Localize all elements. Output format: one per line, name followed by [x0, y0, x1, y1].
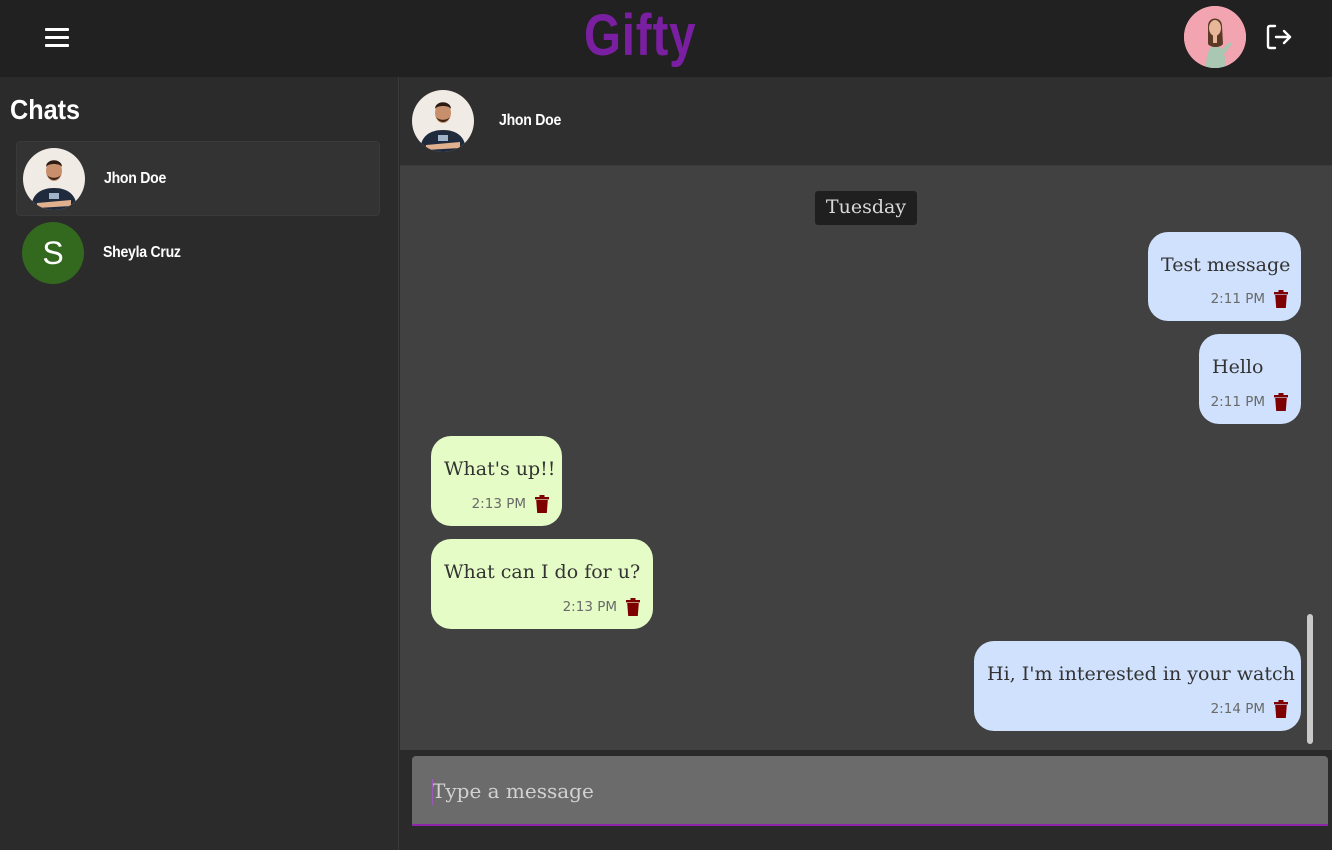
logout-icon[interactable]: [1264, 22, 1294, 52]
message-time: 2:13 PM: [471, 496, 526, 512]
message-list-scrollbar[interactable]: [1307, 614, 1313, 744]
avatar-letter: S: [22, 222, 84, 284]
message-composer: [412, 756, 1328, 826]
message-bubble-incoming: What's up!! 2:13 PM: [431, 436, 562, 526]
trash-icon[interactable]: [1274, 290, 1288, 308]
message-text: What's up!!: [444, 458, 556, 480]
trash-icon[interactable]: [626, 598, 640, 616]
contact-name: Jhon Doe: [499, 112, 562, 129]
trash-icon[interactable]: [535, 495, 549, 513]
composer-area: [400, 750, 1332, 850]
message-text: Hello: [1212, 356, 1264, 378]
chat-item-name: Jhon Doe: [104, 170, 167, 187]
day-separator: Tuesday: [815, 191, 917, 225]
top-app-bar: Gifty: [0, 0, 1332, 77]
message-input[interactable]: [432, 774, 1312, 808]
chats-sidebar: Chats Jhon Doe S Sheyla Cruz: [0, 77, 399, 850]
message-time: 2:11 PM: [1210, 291, 1265, 307]
trash-icon[interactable]: [1274, 393, 1288, 411]
conversation-header: Jhon Doe: [400, 77, 1332, 166]
message-text: Hi, I'm interested in your watch: [987, 663, 1295, 685]
sidebar-title: Chats: [10, 94, 81, 125]
message-bubble-outgoing: Hi, I'm interested in your watch 2:14 PM: [974, 641, 1301, 731]
hamburger-menu-icon[interactable]: [36, 22, 78, 52]
brand-logo: Gifty: [583, 3, 697, 68]
message-list[interactable]: Tuesday Test message 2:11 PM Hello 2:11 …: [400, 166, 1332, 750]
message-bubble-outgoing: Hello 2:11 PM: [1199, 334, 1301, 424]
contact-avatar: S: [22, 222, 84, 284]
message-text: Test message: [1161, 254, 1291, 276]
message-time: 2:11 PM: [1210, 394, 1265, 410]
user-avatar[interactable]: [1184, 6, 1246, 68]
chat-item-jhon-doe[interactable]: Jhon Doe: [16, 141, 380, 216]
chat-item-sheyla-cruz[interactable]: S Sheyla Cruz: [16, 216, 380, 291]
contact-avatar[interactable]: [412, 90, 474, 152]
contact-avatar: [23, 148, 85, 210]
text-caret: [432, 779, 433, 805]
message-time: 2:14 PM: [1210, 701, 1265, 717]
message-time: 2:13 PM: [562, 599, 617, 615]
message-text: What can I do for u?: [444, 561, 641, 583]
message-bubble-incoming: What can I do for u? 2:13 PM: [431, 539, 653, 629]
message-bubble-outgoing: Test message 2:11 PM: [1148, 232, 1301, 321]
trash-icon[interactable]: [1274, 700, 1288, 718]
chat-item-name: Sheyla Cruz: [103, 244, 181, 261]
